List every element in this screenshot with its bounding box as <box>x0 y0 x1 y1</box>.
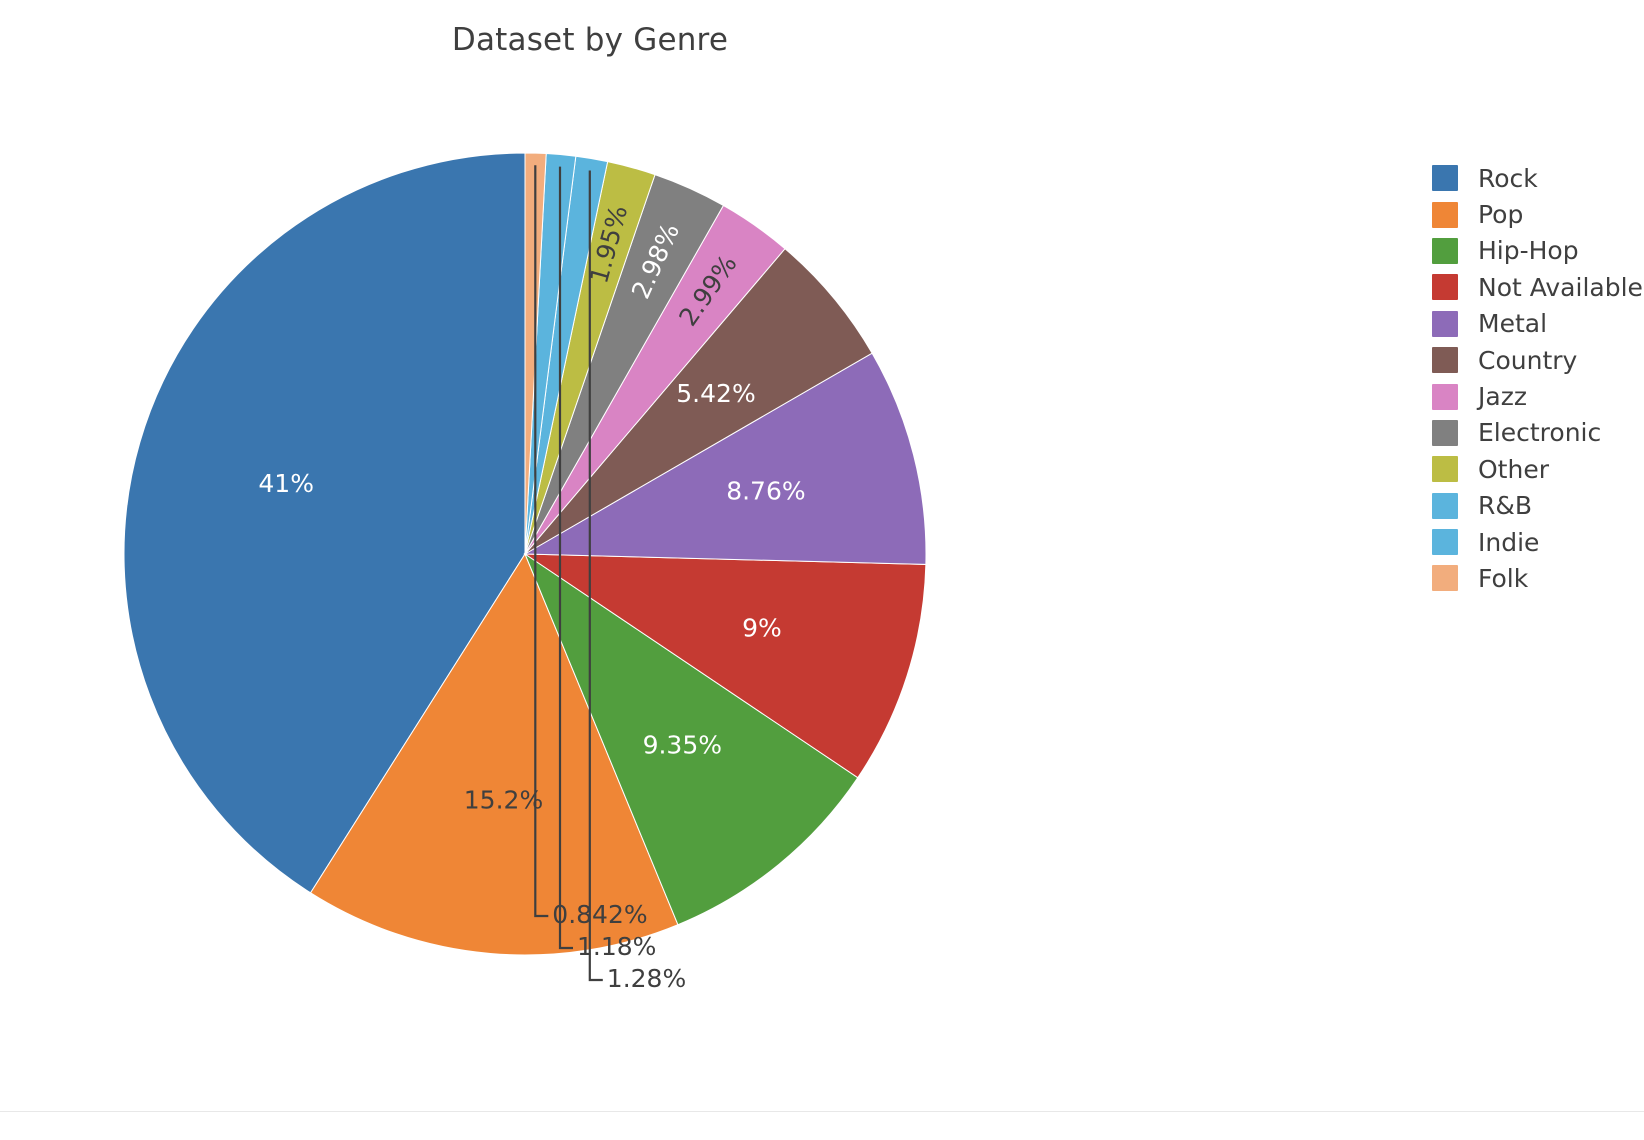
legend-swatch-icon <box>1432 383 1458 410</box>
legend-item-label: Hip-Hop <box>1478 236 1579 266</box>
pie-svg: 41%15.2%9.35%9%8.76%5.42%2.99%2.98%1.95%… <box>123 152 927 993</box>
legend-item-label: R&B <box>1478 491 1533 521</box>
legend-swatch-icon <box>1432 310 1458 337</box>
legend-swatch-icon <box>1432 237 1458 264</box>
chart-legend: Rock Pop Hip-Hop Not Available Metal Country J… <box>1432 160 1643 597</box>
pie-slice-percent-label: 8.76% <box>726 477 805 506</box>
legend-item[interactable]: Electronic <box>1432 415 1642 451</box>
pie-chart-figure: Dataset by Genre 41% 15.2% 9.35% 9% 8.76% 5.4… <box>0 0 1644 1140</box>
legend-swatch-icon <box>1432 456 1458 483</box>
legend-swatch-icon <box>1432 565 1458 592</box>
legend-item-label: Other <box>1478 454 1549 484</box>
legend-item-label: Pop <box>1478 200 1524 230</box>
legend-item[interactable]: Jazz <box>1432 378 1642 414</box>
pie-slice-percent-label: 41% <box>258 469 314 498</box>
legend-item[interactable]: Other <box>1432 451 1642 487</box>
pie-slice-percent-label: 1.28% <box>607 964 686 993</box>
legend-item[interactable]: R&B <box>1432 488 1642 524</box>
legend-item[interactable]: Pop <box>1432 196 1642 232</box>
figure-bottom-rule <box>0 1111 1644 1140</box>
legend-item[interactable]: Rock <box>1432 160 1642 196</box>
legend-item-label: Electronic <box>1478 418 1602 448</box>
pie-plot-area: 41% 15.2% 9.35% 9% 8.76% 5.42% 2.99% 2.98% 1.95%… <box>0 0 1180 1140</box>
legend-item-label: Rock <box>1478 163 1538 193</box>
pie-slice-percent-label: 15.2% <box>464 786 543 815</box>
legend-item[interactable]: Hip-Hop <box>1432 233 1642 269</box>
pie-slices <box>123 152 927 956</box>
legend-item[interactable]: Country <box>1432 342 1642 378</box>
pie-slice-percent-label: 9% <box>742 614 782 643</box>
legend-item-label: Folk <box>1478 563 1529 593</box>
legend-item-label: Country <box>1478 345 1578 375</box>
legend-item-label: Indie <box>1478 527 1540 557</box>
legend-swatch-icon <box>1432 492 1458 519</box>
legend-swatch-icon <box>1432 529 1458 556</box>
pie-slice-percent-label: 1.18% <box>577 932 656 961</box>
legend-item[interactable]: Not Available <box>1432 269 1643 305</box>
legend-swatch-icon <box>1432 419 1458 446</box>
legend-item[interactable]: Metal <box>1432 306 1642 342</box>
legend-item[interactable]: Folk <box>1432 560 1642 596</box>
pie-slice-percent-label: 9.35% <box>643 731 722 760</box>
legend-item-label: Metal <box>1478 309 1548 339</box>
pie-slice-percent-label: 5.42% <box>676 379 755 408</box>
legend-item-label: Not Available <box>1478 272 1643 302</box>
legend-item[interactable]: Indie <box>1432 524 1642 560</box>
legend-swatch-icon <box>1432 347 1458 374</box>
legend-swatch-icon <box>1432 165 1458 192</box>
legend-swatch-icon <box>1432 274 1458 301</box>
legend-swatch-icon <box>1432 201 1458 228</box>
pie-slice-percent-label: 0.842% <box>552 900 647 929</box>
legend-item-label: Jazz <box>1478 382 1527 412</box>
